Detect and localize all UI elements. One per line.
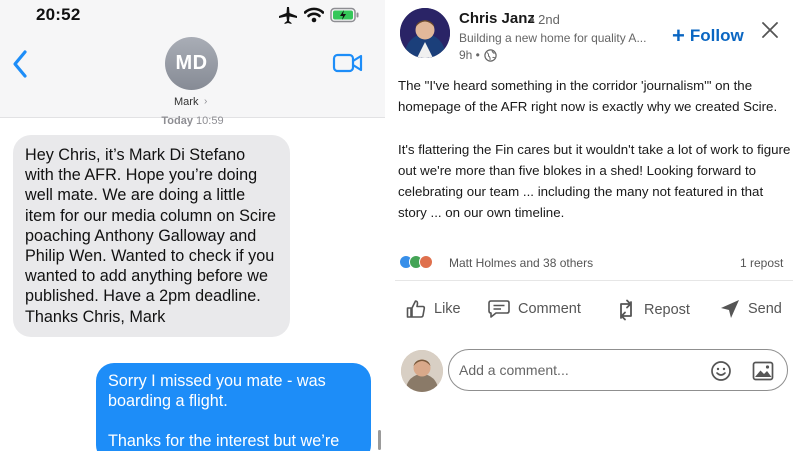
- image-icon[interactable]: [752, 361, 774, 381]
- reactions-count[interactable]: Matt Holmes and 38 others: [449, 256, 593, 270]
- post-paragraph: It's flattering the Fin cares but it wou…: [398, 142, 791, 220]
- repost-label: Repost: [644, 302, 690, 318]
- scrollbar-thumb[interactable]: [378, 430, 381, 450]
- outgoing-message-line: Sorry I missed you mate - was boarding a…: [108, 372, 326, 411]
- status-bar-time: 20:52: [36, 5, 81, 24]
- post-time: 9h •: [459, 48, 497, 62]
- author-headline: Building a new home for quality A...: [459, 31, 647, 45]
- like-button[interactable]: Like: [405, 298, 461, 320]
- conversation-header: 20:52 MD Mark ›: [0, 0, 385, 118]
- comment-label: Comment: [518, 301, 581, 317]
- video-call-icon[interactable]: [332, 52, 364, 74]
- contact-chevron-icon: ›: [204, 96, 208, 107]
- author-name[interactable]: Chris Janz: [459, 10, 535, 27]
- back-chevron-icon[interactable]: [8, 48, 32, 80]
- wifi-icon: [304, 7, 324, 23]
- repost-count[interactable]: 1 repost: [740, 256, 783, 270]
- close-icon[interactable]: [760, 20, 780, 40]
- post-paragraph: The "I've heard something in the corrido…: [398, 78, 778, 114]
- status-bar-icons: [278, 6, 360, 24]
- contact-name[interactable]: Mark: [174, 96, 198, 108]
- send-label: Send: [748, 301, 782, 317]
- author-photo: [400, 8, 450, 58]
- outgoing-message-bubble[interactable]: Sorry I missed you mate - was boarding a…: [96, 363, 371, 451]
- airplane-icon: [279, 7, 297, 24]
- repost-icon: [620, 299, 632, 321]
- incoming-message-bubble[interactable]: Hey Chris, it’s Mark Di Stefano with the…: [13, 135, 290, 337]
- emoji-icon[interactable]: [710, 360, 732, 382]
- reaction-icons[interactable]: [399, 255, 433, 269]
- follow-button[interactable]: + Follow: [672, 23, 744, 48]
- timestamp-time: 10:59: [196, 115, 224, 127]
- viewer-photo: [401, 350, 443, 392]
- imessage-panel: 20:52 MD Mark › Today 10:59 Hey Chris, i…: [0, 0, 385, 451]
- divider: [395, 280, 793, 281]
- outgoing-message-line: Thanks for the interest but we’re: [108, 432, 340, 451]
- repost-button[interactable]: Repost: [615, 298, 690, 322]
- connection-degree: • 2nd: [530, 12, 560, 27]
- plus-icon: +: [672, 23, 685, 48]
- post-age: 9h •: [459, 48, 480, 62]
- author-avatar[interactable]: [400, 8, 450, 58]
- message-timestamp: Today 10:59: [0, 115, 385, 127]
- follow-label: Follow: [689, 26, 744, 45]
- comment-button[interactable]: Comment: [487, 298, 581, 320]
- comment-placeholder: Add a comment...: [459, 362, 569, 378]
- viewer-avatar[interactable]: [401, 350, 443, 392]
- thumbs-up-icon: [406, 300, 426, 318]
- linkedin-post-panel: Chris Janz • 2nd Building a new home for…: [385, 0, 800, 451]
- like-label: Like: [434, 301, 461, 317]
- contact-avatar[interactable]: MD: [165, 37, 218, 90]
- timestamp-day: Today: [161, 115, 193, 127]
- globe-icon: [484, 48, 497, 62]
- send-icon: [721, 300, 739, 318]
- love-reaction-icon: [419, 255, 433, 269]
- battery-charging-icon: [330, 7, 359, 23]
- send-button[interactable]: Send: [719, 298, 782, 320]
- comment-input[interactable]: Add a comment...: [448, 349, 788, 391]
- comment-icon: [488, 300, 510, 318]
- post-body: The "I've heard something in the corrido…: [398, 75, 794, 223]
